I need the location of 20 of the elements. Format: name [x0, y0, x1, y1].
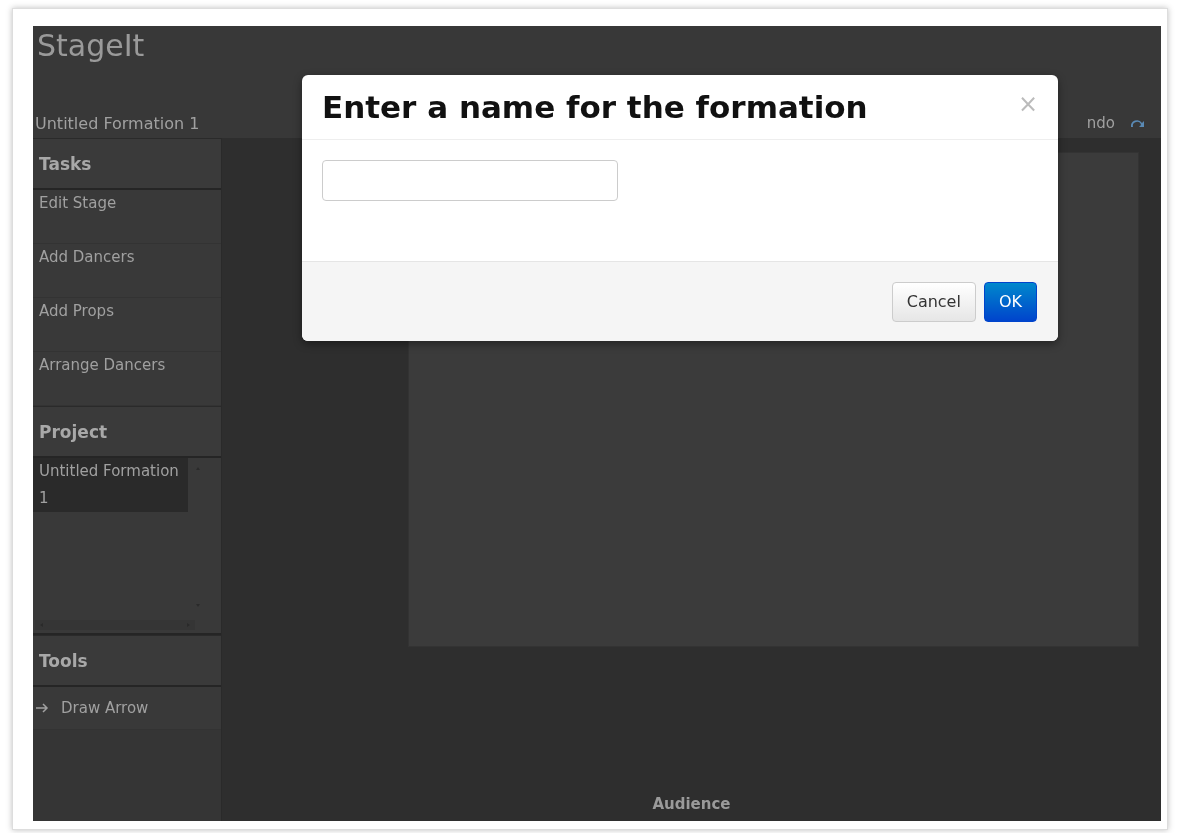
section-heading: Tools	[33, 635, 221, 687]
project-item[interactable]: Untitled Formation 1	[33, 458, 188, 512]
tool-item[interactable]: Draw Arrow	[33, 687, 221, 730]
audience-label: Audience	[652, 795, 731, 813]
task-item[interactable]: Add Dancers	[33, 244, 221, 298]
arrow-icon	[35, 703, 49, 713]
name-field[interactable]	[322, 160, 618, 201]
ok-button[interactable]: OK	[983, 281, 1037, 322]
task-item[interactable]: Arrange Dancers	[33, 352, 221, 406]
dialog-title: Enter a name for the formation	[322, 89, 869, 125]
section-heading: Tasks	[33, 138, 221, 190]
undo-button[interactable]: ndo	[1086, 114, 1115, 132]
formation-title: Untitled Formation 1	[35, 113, 201, 133]
task-item[interactable]: Edit Stage	[33, 190, 221, 244]
app-logo: StageIt	[37, 28, 145, 64]
redo-icon[interactable]	[1129, 117, 1145, 129]
section-heading: Project	[33, 406, 221, 458]
tool-label: Draw Arrow	[61, 699, 149, 717]
cancel-button[interactable]: Cancel	[891, 281, 976, 322]
task-item[interactable]: Add Props	[33, 298, 221, 352]
